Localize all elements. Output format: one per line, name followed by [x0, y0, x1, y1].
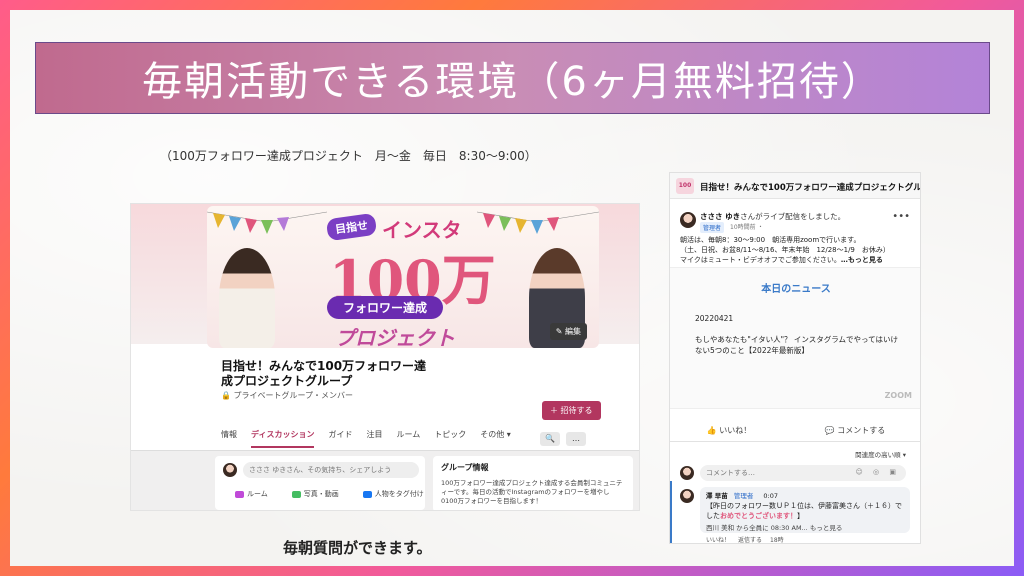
comment-header: 澤 早苗 管理者 0:07	[706, 490, 904, 500]
post-time: 10時間前 ・	[730, 224, 764, 231]
group-info-body: 100万フォロワー達成プロジェクト達成する会員制コミュニティーです。毎日の活動で…	[441, 479, 623, 505]
comment-congrats: おめでとうございます！	[720, 512, 797, 520]
role-badge: 管理者	[700, 222, 725, 233]
slide: 毎朝活動できる環境（6ヶ月無料招待） （100万フォロワー達成プロジェクト 月〜…	[10, 10, 1014, 566]
tag-action-label: 人物をタグ付け	[374, 490, 424, 498]
post-group-title[interactable]: 目指せ！みんなで100万フォロワー達成プロジェクトグループ	[700, 181, 920, 193]
post-text-line: 朝活は、毎朝8：30〜9:00 朝活専用zoomで行います。	[680, 236, 861, 244]
post-text-line-3: マイクはミュート・ビデオオフでご参加ください。	[680, 256, 841, 264]
slide-caption: 毎朝質問ができます。	[283, 539, 432, 557]
tab-rooms[interactable]: ルーム	[396, 429, 420, 448]
tab-info[interactable]: 情報	[221, 429, 237, 448]
search-icon[interactable]: 🔍	[540, 432, 560, 446]
room-action[interactable]: ルーム	[235, 489, 268, 499]
photo-action[interactable]: 写真・動画	[291, 489, 339, 499]
comment-actions: いいね！ 返信する 18時	[706, 535, 784, 544]
like-button[interactable]: 👍 いいね！	[707, 425, 752, 436]
comment-footer: 西川 美和 から全員に 08:30 AM... もっと見る	[706, 524, 843, 532]
author-action: さんがライブ配信をしました。	[740, 212, 846, 221]
comment-tool-icons[interactable]: ☺ ◎ ▣	[856, 468, 900, 476]
tab-featured[interactable]: 注目	[366, 429, 382, 448]
comment-like-link[interactable]: いいね！	[706, 535, 730, 543]
tab-more[interactable]: その他 ▾	[480, 429, 511, 448]
post-screenshot: 100 目指せ！みんなで100万フォロワー達成プロジェクトグループ さささ ゆき…	[669, 172, 921, 544]
user-avatar	[680, 466, 694, 480]
edit-cover-button[interactable]: ✎ 編集	[549, 323, 587, 340]
group-info-title: グループ情報	[441, 463, 489, 472]
banner-ribbon: フォロワー達成	[327, 296, 444, 319]
divider	[670, 441, 920, 442]
video-icon	[235, 490, 244, 498]
tag-people-icon	[362, 490, 372, 498]
post-text-line: マイクはミュート・ビデオオフでご参加ください。…もっと見る	[680, 255, 916, 265]
photo-icon	[291, 490, 301, 498]
comment-bubble: 澤 早苗 管理者 0:07 【昨日のフォロワー数ＵＰ１位は、伊藤富美さん（＋１６…	[700, 487, 910, 533]
reaction-bar: 👍 いいね！ 💬 コメントする	[670, 425, 920, 436]
post-text: 朝活は、毎朝8：30〜9:00 朝活専用zoomで行います。 （土、日祝、お盆8…	[680, 235, 916, 265]
comment-time: 0:07	[763, 492, 779, 500]
banner-project-text: プロジェクト	[335, 326, 455, 348]
woman-photo-left	[219, 248, 275, 348]
group-logo: 100	[676, 178, 694, 194]
group-info-card: グループ情報 100万フォロワー達成プロジェクト達成する会員制コミュニティーです…	[433, 456, 633, 510]
more-options-icon[interactable]: •••	[892, 211, 910, 222]
tag-action[interactable]: 人物をタグ付け	[362, 489, 424, 499]
tab-discussion[interactable]: ディスカッション	[251, 429, 315, 448]
composer-input[interactable]: さささ ゆきさん、その気持ち、シェアしよう	[243, 462, 419, 478]
post-header-bar: 100 目指せ！みんなで100万フォロワー達成プロジェクトグループ	[670, 173, 920, 199]
invite-button[interactable]: ＋ 招待する	[542, 401, 601, 420]
tab-topics[interactable]: トピック	[434, 429, 466, 448]
group-privacy: 🔒 プライベートグループ・メンバー	[221, 391, 354, 400]
group-page-screenshot: 目指せ インスタ 100万 フォロワー達成 プロジェクト ✎ 編集 目指せ！みん…	[130, 203, 640, 511]
slide-title: 毎朝活動できる環境（6ヶ月無料招待）	[142, 59, 883, 105]
comment-button[interactable]: 💬 コメントする	[825, 425, 886, 436]
news-date: 20220421	[695, 314, 734, 323]
title-bar: 毎朝活動できる環境（6ヶ月無料招待）	[35, 42, 990, 114]
photo-action-label: 写真・動画	[303, 490, 339, 498]
post-text-line: （土、日祝、お盆8/11〜8/16、年末年始 12/28〜1/9 お休み）	[680, 246, 890, 254]
zoom-watermark: ZOOM	[884, 391, 912, 400]
author-avatar[interactable]	[680, 212, 696, 228]
comment-author[interactable]: 澤 早苗	[706, 492, 728, 500]
news-body: もしやあなたも"イタい人"？ インスタグラムでやってはいけない5つのこと【202…	[695, 335, 899, 355]
room-action-label: ルーム	[247, 490, 268, 498]
author-name[interactable]: さささ ゆき	[700, 212, 740, 221]
tab-icon-buttons: 🔍 …	[540, 432, 586, 446]
live-video-preview[interactable]: 本日のニュース 20220421 もしやあなたも"イタい人"？ インスタグラムで…	[670, 267, 920, 409]
avatar	[223, 463, 237, 477]
comment-sort-dropdown[interactable]: 関連度の高い順 ▾	[855, 449, 906, 459]
post-author: さささ ゆきさんがライブ配信をしました。	[700, 211, 845, 222]
group-name: 目指せ！みんなで100万フォロワー達成プロジェクトグループ	[221, 359, 427, 388]
more-options-icon[interactable]: …	[566, 432, 586, 446]
slide-subtitle: （100万フォロワー達成プロジェクト 月〜金 毎日 8:30〜9:00）	[160, 149, 537, 163]
news-title: 本日のニュース	[761, 284, 831, 295]
comment-role: 管理者	[733, 492, 754, 500]
commenter-avatar[interactable]	[680, 489, 694, 503]
see-more-link[interactable]: …もっと見る	[841, 256, 883, 264]
comment-reply-link[interactable]: 返信する	[738, 535, 762, 543]
comment-text: 【昨日のフォロワー数ＵＰ１位は、伊藤富美さん（＋１６）でしたおめでとうございます…	[706, 501, 904, 521]
composer-actions: ルーム 写真・動画 人物をタグ付け	[235, 489, 424, 499]
comment-text-tail: 】	[797, 512, 804, 520]
tab-guide[interactable]: ガイド	[328, 429, 352, 448]
group-tabs: 情報 ディスカッション ガイド 注目 ルーム トピック その他 ▾	[221, 429, 511, 448]
composer-card: さささ ゆきさん、その気持ち、シェアしよう ルーム 写真・動画 人物をタグ付け	[215, 456, 425, 510]
comment-age: 18時	[770, 537, 784, 544]
thread-indicator	[670, 481, 672, 543]
cover-banner: 目指せ インスタ 100万 フォロワー達成 プロジェクト ✎ 編集	[207, 206, 599, 348]
